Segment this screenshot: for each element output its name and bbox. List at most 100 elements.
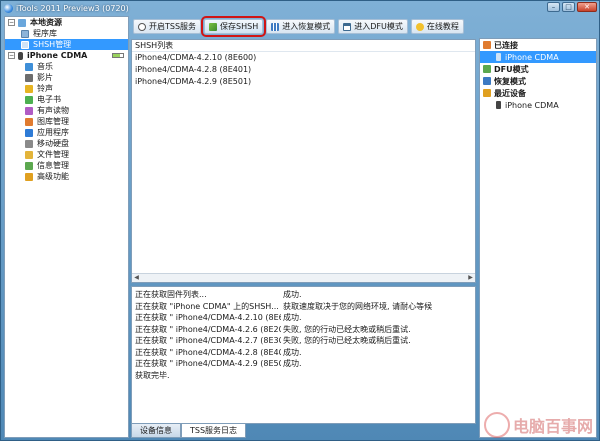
device-item-connected[interactable]: iPhone CDMA — [480, 51, 596, 63]
grid-icon — [271, 22, 280, 31]
device-label: iPhone CDMA — [505, 100, 559, 110]
log-row: 正在获取固件列表... 成功. — [132, 289, 475, 301]
tree-group-local[interactable]: − 本地资源 — [5, 17, 128, 28]
device-category-recovery[interactable]: 恢复模式 — [480, 75, 596, 87]
collapse-toggle-icon[interactable]: − — [8, 52, 15, 59]
log-row: 正在获取 "iPhone CDMA" 上的SHSH... 获取速度取决于您的网络… — [132, 301, 475, 313]
sidebar-item-label: 文件管理 — [37, 150, 69, 159]
watermark: 电脑百事网 — [483, 412, 593, 438]
tutorial-icon — [415, 22, 424, 31]
iphone-icon — [496, 101, 501, 109]
sidebar-item-label: 铃声 — [37, 84, 53, 93]
sidebar-item-label: 图库管理 — [37, 117, 69, 126]
device-item-recent[interactable]: iPhone CDMA — [480, 99, 596, 111]
sidebar-item-files[interactable]: 文件管理 — [5, 149, 128, 160]
tree-group-device[interactable]: − iPhone CDMA — [5, 50, 128, 61]
movie-icon — [25, 73, 33, 82]
category-label: 已连接 — [494, 40, 518, 50]
list-item[interactable]: iPhone4/CDMA-4.2.10 (8E600) — [132, 52, 475, 64]
sidebar-item-ringtone[interactable]: 铃声 — [5, 83, 128, 94]
log-row: 正在获取 " iPhone4/CDMA-4.2.10 (8E600... 成功. — [132, 312, 475, 324]
window-controls: – □ ✕ — [547, 2, 597, 12]
scroll-right-icon[interactable]: ▶ — [466, 274, 475, 282]
sidebar-item-movie[interactable]: 影片 — [5, 72, 128, 83]
log-result: 成功. — [283, 290, 302, 299]
window-icon — [343, 22, 352, 31]
sidebar-item-music[interactable]: 音乐 — [5, 61, 128, 72]
horizontal-scrollbar[interactable]: ◀ ▶ — [132, 273, 475, 282]
dfu-icon — [483, 65, 491, 73]
bottom-tabs: 设备信息 TSS服务日志 — [131, 424, 247, 438]
log-message: 获取完毕. — [135, 370, 170, 380]
log-message: 正在获取 "iPhone CDMA" 上的SHSH... — [135, 301, 279, 311]
sidebar-tree: − 本地资源 程序库 SHSH管理 − iPhone CDMA 音乐 影片 铃声… — [4, 16, 129, 438]
tab-device-info[interactable]: 设备信息 — [131, 424, 181, 438]
sidebar-item-advanced[interactable]: 高级功能 — [5, 171, 128, 182]
sidebar-item-photos[interactable]: 图库管理 — [5, 116, 128, 127]
play-icon — [138, 22, 146, 31]
save-shsh-button[interactable]: 保存SHSH — [201, 16, 267, 37]
scroll-track[interactable] — [141, 275, 466, 281]
close-button[interactable]: ✕ — [577, 2, 597, 12]
device-category-connected[interactable]: 已连接 — [480, 39, 596, 51]
log-message: 正在获取 " iPhone4/CDMA-4.2.9 (8E501) ... — [135, 359, 281, 368]
log-result: 获取速度取决于您的网络环境, 请耐心等候 — [283, 301, 433, 311]
music-icon — [25, 62, 33, 71]
shsh-icon — [21, 40, 29, 49]
tab-tss-log[interactable]: TSS服务日志 — [181, 424, 247, 438]
star-icon — [25, 172, 33, 181]
list-item[interactable]: iPhone4/CDMA-4.2.9 (8E501) — [132, 76, 475, 88]
ebook-icon — [25, 95, 33, 104]
log-message: 正在获取 " iPhone4/CDMA-4.2.6 (8E200) ... — [135, 324, 281, 334]
folder-icon — [25, 150, 33, 159]
collapse-toggle-icon[interactable]: − — [8, 19, 15, 26]
log-row: 正在获取 " iPhone4/CDMA-4.2.7 (8E303) ... 失败… — [132, 335, 475, 347]
device-category-dfu[interactable]: DFU模式 — [480, 63, 596, 75]
button-label: 开启TSS服务 — [149, 22, 197, 31]
sidebar-item-ebook[interactable]: 电子书 — [5, 94, 128, 105]
sidebar-item-shsh[interactable]: SHSH管理 — [5, 39, 128, 50]
button-label: 在线教程 — [426, 22, 459, 31]
sidebar-item-library[interactable]: 程序库 — [5, 28, 128, 39]
connected-icon — [483, 41, 491, 49]
device-panel: 已连接 iPhone CDMA DFU模式 恢复模式 最近设备 iPhone C… — [479, 38, 597, 438]
scroll-left-icon[interactable]: ◀ — [132, 274, 141, 282]
sidebar-item-apps[interactable]: 应用程序 — [5, 127, 128, 138]
sidebar-item-label: 音乐 — [37, 62, 53, 71]
maximize-button[interactable]: □ — [562, 2, 575, 12]
sidebar-item-label: 信息管理 — [37, 161, 69, 170]
enter-recovery-button[interactable]: 进入恢复模式 — [266, 19, 336, 34]
minimize-button[interactable]: – — [547, 2, 560, 12]
iphone-icon — [496, 53, 501, 61]
sidebar-item-label: 应用程序 — [37, 128, 69, 137]
log-result: 成功. — [283, 347, 302, 357]
tree-group-label: iPhone CDMA — [27, 51, 88, 60]
sidebar-item-label: 高级功能 — [37, 172, 69, 181]
itools-logo-icon — [4, 3, 13, 13]
save-icon — [209, 22, 218, 31]
battery-icon — [112, 53, 124, 58]
list-item[interactable]: iPhone4/CDMA-4.2.8 (8E401) — [132, 64, 475, 76]
computer-icon — [18, 18, 26, 27]
online-tutorial-button[interactable]: 在线教程 — [410, 19, 464, 34]
log-result: 失败, 您的行动已经太晚或稍后重试. — [283, 336, 411, 345]
log-message: 正在获取 " iPhone4/CDMA-4.2.10 (8E600... — [135, 313, 281, 322]
apps-icon — [25, 128, 33, 137]
button-label: 进入恢复模式 — [282, 22, 331, 31]
start-tss-button[interactable]: 开启TSS服务 — [133, 19, 202, 34]
log-result — [281, 370, 283, 382]
log-row: 正在获取 " iPhone4/CDMA-4.2.9 (8E501) ... 成功… — [132, 358, 475, 370]
device-label: iPhone CDMA — [505, 52, 559, 62]
log-message: 正在获取 " iPhone4/CDMA-4.2.7 (8E303) ... — [135, 336, 281, 345]
sidebar-item-audiobook[interactable]: 有声读物 — [5, 105, 128, 116]
enter-dfu-button[interactable]: 进入DFU模式 — [338, 19, 408, 34]
main-area: 开启TSS服务 保存SHSH 进入恢复模式 进入DFU模式 在线教程 SHSH列… — [131, 16, 476, 438]
title-bar[interactable]: iTools 2011 Preview3 (0720) – □ ✕ — [1, 1, 599, 15]
sidebar-item-messages[interactable]: 信息管理 — [5, 160, 128, 171]
sidebar-item-disk[interactable]: 移动硬盘 — [5, 138, 128, 149]
category-label: 恢复模式 — [494, 76, 526, 86]
sidebar-item-label: 有声读物 — [37, 106, 69, 115]
device-category-recent[interactable]: 最近设备 — [480, 87, 596, 99]
sidebar-item-label: 影片 — [37, 73, 53, 82]
sidebar-item-label: SHSH管理 — [33, 40, 72, 49]
